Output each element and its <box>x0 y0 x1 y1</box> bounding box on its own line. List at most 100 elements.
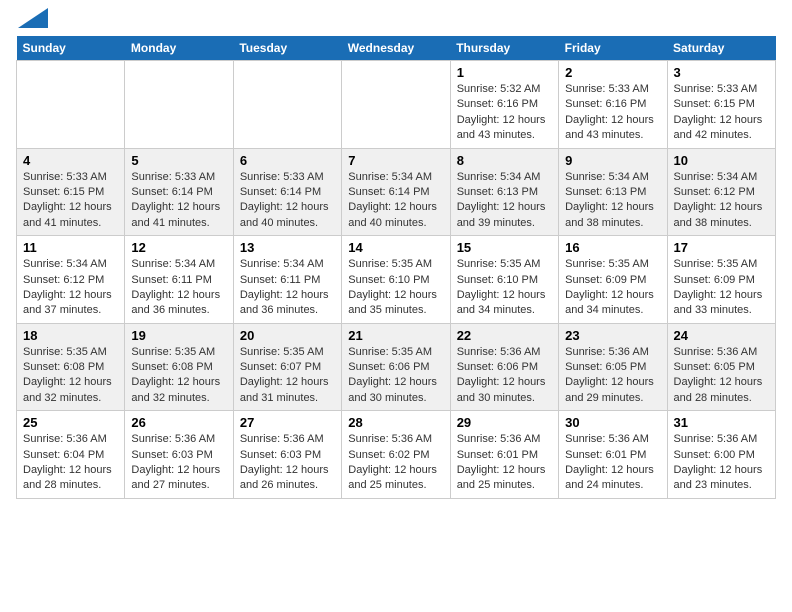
day-number: 7 <box>348 153 443 168</box>
day-number: 25 <box>23 415 118 430</box>
day-number: 26 <box>131 415 226 430</box>
day-number: 5 <box>131 153 226 168</box>
cell-info: Sunrise: 5:36 AM Sunset: 6:03 PM Dayligh… <box>240 432 335 494</box>
cell-info: Sunrise: 5:36 AM Sunset: 6:03 PM Dayligh… <box>131 432 226 494</box>
calendar-cell: 21 Sunrise: 5:35 AM Sunset: 6:06 PM Dayli… <box>342 323 450 411</box>
cell-info: Sunrise: 5:33 AM Sunset: 6:16 PM Dayligh… <box>565 82 660 144</box>
calendar-cell: 30 Sunrise: 5:36 AM Sunset: 6:01 PM Dayli… <box>559 411 667 499</box>
cell-info: Sunrise: 5:34 AM Sunset: 6:11 PM Dayligh… <box>131 257 226 319</box>
calendar-cell: 22 Sunrise: 5:36 AM Sunset: 6:06 PM Dayli… <box>450 323 558 411</box>
calendar-cell: 10 Sunrise: 5:34 AM Sunset: 6:12 PM Dayli… <box>667 148 775 236</box>
day-number: 16 <box>565 240 660 255</box>
day-number: 30 <box>565 415 660 430</box>
cell-info: Sunrise: 5:35 AM Sunset: 6:10 PM Dayligh… <box>457 257 552 319</box>
cell-info: Sunrise: 5:36 AM Sunset: 6:00 PM Dayligh… <box>674 432 769 494</box>
day-number: 3 <box>674 65 769 80</box>
cell-info: Sunrise: 5:33 AM Sunset: 6:15 PM Dayligh… <box>23 170 118 232</box>
day-number: 23 <box>565 328 660 343</box>
calendar-cell: 24Sunrise: 5:36 AM Sunset: 6:05 PM Dayli… <box>667 323 775 411</box>
calendar-table: SundayMondayTuesdayWednesdayThursdayFrid… <box>16 36 776 499</box>
calendar-cell <box>17 61 125 149</box>
cell-info: Sunrise: 5:35 AM Sunset: 6:09 PM Dayligh… <box>565 257 660 319</box>
cell-info: Sunrise: 5:36 AM Sunset: 6:01 PM Dayligh… <box>565 432 660 494</box>
cell-info: Sunrise: 5:34 AM Sunset: 6:11 PM Dayligh… <box>240 257 335 319</box>
cell-info: Sunrise: 5:36 AM Sunset: 6:05 PM Dayligh… <box>674 345 769 407</box>
day-number: 9 <box>565 153 660 168</box>
cell-info: Sunrise: 5:33 AM Sunset: 6:14 PM Dayligh… <box>240 170 335 232</box>
day-number: 18 <box>23 328 118 343</box>
day-number: 22 <box>457 328 552 343</box>
calendar-cell: 29Sunrise: 5:36 AM Sunset: 6:01 PM Dayli… <box>450 411 558 499</box>
day-header-monday: Monday <box>125 36 233 61</box>
calendar-body: 1 Sunrise: 5:32 AM Sunset: 6:16 PM Daylig… <box>17 61 776 499</box>
calendar-cell: 3Sunrise: 5:33 AM Sunset: 6:15 PM Daylig… <box>667 61 775 149</box>
day-header-wednesday: Wednesday <box>342 36 450 61</box>
cell-info: Sunrise: 5:36 AM Sunset: 6:04 PM Dayligh… <box>23 432 118 494</box>
day-number: 10 <box>674 153 769 168</box>
day-number: 15 <box>457 240 552 255</box>
calendar-cell: 8 Sunrise: 5:34 AM Sunset: 6:13 PM Daylig… <box>450 148 558 236</box>
cell-info: Sunrise: 5:35 AM Sunset: 6:08 PM Dayligh… <box>23 345 118 407</box>
calendar-cell: 11Sunrise: 5:34 AM Sunset: 6:12 PM Dayli… <box>17 236 125 324</box>
calendar-cell: 7Sunrise: 5:34 AM Sunset: 6:14 PM Daylig… <box>342 148 450 236</box>
cell-info: Sunrise: 5:36 AM Sunset: 6:06 PM Dayligh… <box>457 345 552 407</box>
calendar-cell <box>233 61 341 149</box>
cell-info: Sunrise: 5:35 AM Sunset: 6:07 PM Dayligh… <box>240 345 335 407</box>
day-number: 2 <box>565 65 660 80</box>
day-number: 28 <box>348 415 443 430</box>
calendar-header: SundayMondayTuesdayWednesdayThursdayFrid… <box>17 36 776 61</box>
day-number: 6 <box>240 153 335 168</box>
calendar-cell: 1 Sunrise: 5:32 AM Sunset: 6:16 PM Daylig… <box>450 61 558 149</box>
day-header-friday: Friday <box>559 36 667 61</box>
calendar-cell: 14 Sunrise: 5:35 AM Sunset: 6:10 PM Dayli… <box>342 236 450 324</box>
calendar-cell: 16 Sunrise: 5:35 AM Sunset: 6:09 PM Dayli… <box>559 236 667 324</box>
calendar-cell: 2 Sunrise: 5:33 AM Sunset: 6:16 PM Daylig… <box>559 61 667 149</box>
day-number: 4 <box>23 153 118 168</box>
cell-info: Sunrise: 5:34 AM Sunset: 6:13 PM Dayligh… <box>457 170 552 232</box>
calendar-cell: 23 Sunrise: 5:36 AM Sunset: 6:05 PM Dayli… <box>559 323 667 411</box>
cell-info: Sunrise: 5:35 AM Sunset: 6:09 PM Dayligh… <box>674 257 769 319</box>
calendar-cell: 19 Sunrise: 5:35 AM Sunset: 6:08 PM Dayli… <box>125 323 233 411</box>
day-number: 1 <box>457 65 552 80</box>
calendar-cell: 26 Sunrise: 5:36 AM Sunset: 6:03 PM Dayli… <box>125 411 233 499</box>
day-number: 19 <box>131 328 226 343</box>
cell-info: Sunrise: 5:35 AM Sunset: 6:08 PM Dayligh… <box>131 345 226 407</box>
calendar-cell: 5 Sunrise: 5:33 AM Sunset: 6:14 PM Daylig… <box>125 148 233 236</box>
calendar-cell: 6 Sunrise: 5:33 AM Sunset: 6:14 PM Daylig… <box>233 148 341 236</box>
calendar-cell: 31 Sunrise: 5:36 AM Sunset: 6:00 PM Dayli… <box>667 411 775 499</box>
cell-info: Sunrise: 5:36 AM Sunset: 6:01 PM Dayligh… <box>457 432 552 494</box>
day-number: 8 <box>457 153 552 168</box>
cell-info: Sunrise: 5:33 AM Sunset: 6:14 PM Dayligh… <box>131 170 226 232</box>
logo-arrow-icon <box>18 8 48 28</box>
cell-info: Sunrise: 5:36 AM Sunset: 6:02 PM Dayligh… <box>348 432 443 494</box>
calendar-cell: 27 Sunrise: 5:36 AM Sunset: 6:03 PM Dayli… <box>233 411 341 499</box>
calendar-cell: 25 Sunrise: 5:36 AM Sunset: 6:04 PM Dayli… <box>17 411 125 499</box>
cell-info: Sunrise: 5:34 AM Sunset: 6:13 PM Dayligh… <box>565 170 660 232</box>
calendar-cell: 9 Sunrise: 5:34 AM Sunset: 6:13 PM Daylig… <box>559 148 667 236</box>
cell-info: Sunrise: 5:34 AM Sunset: 6:12 PM Dayligh… <box>674 170 769 232</box>
day-number: 27 <box>240 415 335 430</box>
calendar-cell: 15 Sunrise: 5:35 AM Sunset: 6:10 PM Dayli… <box>450 236 558 324</box>
day-number: 14 <box>348 240 443 255</box>
logo <box>16 16 48 28</box>
cell-info: Sunrise: 5:35 AM Sunset: 6:10 PM Dayligh… <box>348 257 443 319</box>
cell-info: Sunrise: 5:32 AM Sunset: 6:16 PM Dayligh… <box>457 82 552 144</box>
calendar-cell <box>125 61 233 149</box>
day-number: 17 <box>674 240 769 255</box>
calendar-cell <box>342 61 450 149</box>
day-header-tuesday: Tuesday <box>233 36 341 61</box>
cell-info: Sunrise: 5:36 AM Sunset: 6:05 PM Dayligh… <box>565 345 660 407</box>
cell-info: Sunrise: 5:35 AM Sunset: 6:06 PM Dayligh… <box>348 345 443 407</box>
day-header-thursday: Thursday <box>450 36 558 61</box>
day-number: 12 <box>131 240 226 255</box>
day-number: 13 <box>240 240 335 255</box>
page-header <box>16 16 776 28</box>
calendar-cell: 18 Sunrise: 5:35 AM Sunset: 6:08 PM Dayli… <box>17 323 125 411</box>
day-number: 31 <box>674 415 769 430</box>
day-number: 21 <box>348 328 443 343</box>
calendar-cell: 13 Sunrise: 5:34 AM Sunset: 6:11 PM Dayli… <box>233 236 341 324</box>
calendar-cell: 4 Sunrise: 5:33 AM Sunset: 6:15 PM Daylig… <box>17 148 125 236</box>
day-number: 20 <box>240 328 335 343</box>
calendar-cell: 12 Sunrise: 5:34 AM Sunset: 6:11 PM Dayli… <box>125 236 233 324</box>
day-header-sunday: Sunday <box>17 36 125 61</box>
